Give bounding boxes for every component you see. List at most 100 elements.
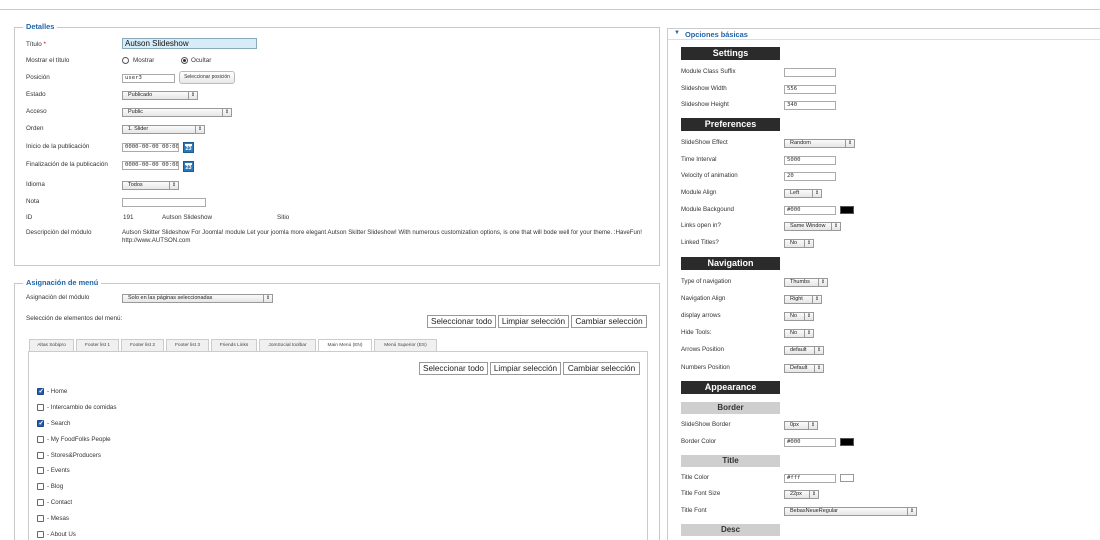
border-color-input[interactable]: #000	[784, 438, 836, 447]
title-font-size-select[interactable]: 22px ⇕	[784, 490, 819, 499]
hide-tools-select[interactable]: No ⇕	[784, 329, 814, 338]
velocity-input[interactable]: 20	[784, 172, 836, 181]
menu-item-checkbox-events[interactable]	[37, 467, 44, 474]
slideshow-effect-select[interactable]: Random ⇕	[784, 139, 855, 148]
publish-start-input[interactable]: 0000-00-00 00:00:	[122, 143, 179, 152]
title-color-input[interactable]: #fff	[784, 474, 836, 483]
nav-align-select[interactable]: Right ⇕	[784, 295, 822, 304]
title-color-swatch[interactable]	[840, 474, 854, 482]
menu-item-checkbox-search[interactable]	[37, 419, 44, 427]
select-position-button[interactable]: Seleccionar posición	[179, 71, 235, 84]
top-divider	[0, 9, 1100, 10]
title-font-size-value: 22px	[790, 491, 802, 497]
display-arrows-select[interactable]: No ⇕	[784, 312, 814, 321]
links-open-label: Links open in?	[681, 222, 721, 229]
publish-end-label: Finalización de la publicación	[26, 161, 108, 168]
menu-item-checkbox-stores[interactable]	[37, 452, 44, 459]
id-site: Sitio	[277, 214, 290, 221]
publish-end-input[interactable]: 0000-00-00 00:00:	[122, 161, 179, 170]
calendar-icon[interactable]: 23	[183, 142, 194, 153]
panel-toggle-selection-button[interactable]: Cambiar selección	[563, 362, 640, 375]
menu-item-checkbox-about[interactable]	[37, 531, 44, 538]
id-value: 191	[123, 214, 134, 221]
menu-item-checkbox-blog[interactable]	[37, 483, 44, 490]
details-legend: Detalles	[23, 22, 58, 31]
panel-clear-selection-button[interactable]: Limpiar selección	[490, 362, 561, 375]
menu-items-selection-label: Selección de elementos del menú:	[26, 315, 123, 322]
tab-menu-superior-es[interactable]: Menú Superior (ES)	[374, 339, 437, 351]
chevron-down-icon: ⇕	[804, 313, 813, 320]
tab-footer-list-3[interactable]: Footer list 3	[166, 339, 209, 351]
panel-select-all-button[interactable]: Seleccionar todo	[419, 362, 488, 375]
slideshow-width-input[interactable]: 556	[784, 85, 836, 94]
chevron-down-icon: ⇕	[845, 140, 854, 147]
note-input[interactable]	[122, 198, 206, 207]
menu-item-checkbox-intercambio[interactable]	[37, 404, 44, 411]
chevron-down-icon: ⇕	[812, 296, 821, 303]
title-font-select[interactable]: BebasNeueRegular ⇕	[784, 507, 917, 516]
tab-friends-links[interactable]: Friends Links	[211, 339, 257, 351]
module-assignment-select[interactable]: Solo en las páginas seleccionadas ⇕	[122, 294, 273, 303]
menu-item-checkbox-mesas[interactable]	[37, 515, 44, 522]
time-interval-input[interactable]: 5000	[784, 156, 836, 165]
links-open-select[interactable]: Same Window ⇕	[784, 222, 841, 231]
access-label: Acceso	[26, 108, 47, 115]
publish-start-label: Inicio de la publicación	[26, 143, 90, 150]
module-background-swatch[interactable]	[840, 206, 854, 214]
basic-options-header[interactable]: ▼ Opciones básicas	[668, 29, 1100, 40]
language-select[interactable]: Todos ⇕	[122, 181, 179, 190]
preferences-header: Preferences	[681, 118, 780, 131]
chevron-down-icon: ⇕	[809, 491, 818, 498]
slideshow-border-select[interactable]: 0px ⇕	[784, 421, 818, 430]
menu-item-label: - Home	[47, 388, 68, 395]
desc-header: Desc	[681, 524, 780, 536]
access-select-value: Public	[128, 109, 143, 115]
menu-item-checkbox-foodfolks[interactable]	[37, 436, 44, 443]
status-select[interactable]: Publicado ⇕	[122, 91, 198, 100]
display-arrows-value: No	[790, 313, 798, 319]
numbers-position-select[interactable]: Default ⇕	[784, 364, 824, 373]
clear-selection-button[interactable]: Limpiar selección	[498, 315, 569, 328]
title-header: Title	[681, 455, 780, 467]
nav-type-label: Type of navigation	[681, 278, 732, 285]
slideshow-width-label: Slideshow Width	[681, 85, 727, 92]
slideshow-height-input[interactable]: 340	[784, 101, 836, 110]
module-background-input[interactable]: #000	[784, 206, 836, 215]
select-all-button[interactable]: Seleccionar todo	[427, 315, 496, 328]
menu-item-label: - Intercambio de comidas	[47, 404, 117, 411]
tab-jomsocial-toolbar[interactable]: JomSocial toolbar	[259, 339, 316, 351]
tab-altas-sobipro[interactable]: Altas Sobipro	[29, 339, 74, 351]
arrows-position-select[interactable]: default ⇕	[784, 346, 824, 355]
nav-type-select[interactable]: Thumbs ⇕	[784, 278, 828, 287]
note-label: Nota	[26, 198, 40, 205]
nav-align-label: Navigation Align	[681, 295, 726, 302]
links-open-value: Same Window	[790, 223, 826, 229]
module-class-suffix-input[interactable]	[784, 68, 836, 77]
border-color-swatch[interactable]	[840, 438, 854, 446]
position-input[interactable]: user3	[122, 74, 175, 83]
order-select[interactable]: 1. Slider ⇕	[122, 125, 205, 134]
linked-titles-select[interactable]: No ⇕	[784, 239, 814, 248]
linked-titles-label: Linked Titles?	[681, 239, 719, 246]
access-select[interactable]: Public ⇕	[122, 108, 232, 117]
menu-item-checkbox-contact[interactable]	[37, 499, 44, 506]
chevron-down-icon: ⇕	[814, 347, 823, 354]
numbers-position-value: Default	[790, 365, 808, 371]
title-input[interactable]: Autson Slideshow	[122, 38, 257, 49]
tab-footer-list-2[interactable]: Footer list 2	[121, 339, 164, 351]
toggle-selection-button[interactable]: Cambiar selección	[571, 315, 647, 328]
description-text: Autson Skitter Slideshow For Joomla! mod…	[122, 229, 642, 244]
title-color-label: Title Color	[681, 474, 709, 481]
tab-footer-list-1[interactable]: Footer list 1	[76, 339, 119, 351]
chevron-down-icon: ⇕	[814, 365, 823, 372]
nav-align-value: Right	[790, 296, 803, 302]
chevron-down-icon: ⇕	[812, 190, 821, 197]
show-title-radio-show[interactable]	[122, 57, 129, 64]
title-font-size-label: Title Font Size	[681, 490, 721, 497]
calendar-icon[interactable]: 23	[183, 161, 194, 172]
title-label: Título *	[26, 41, 46, 48]
show-title-radio-hide[interactable]	[181, 57, 188, 64]
menu-item-checkbox-home[interactable]	[37, 387, 44, 395]
show-title-option-show: Mostrar	[133, 57, 155, 64]
module-align-select[interactable]: Left ⇕	[784, 189, 822, 198]
